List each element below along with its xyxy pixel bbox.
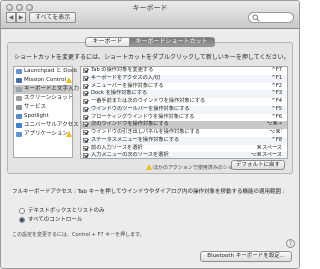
shortcut-row[interactable]: ウインドウの引き出しパネルを操作対象にする ⌥⌘'	[81, 129, 287, 137]
shortcut-row[interactable]: Dock を操作対象にする ^F3	[81, 90, 287, 98]
tab-bar: キーボード キーボードショートカット	[1, 37, 299, 47]
shortcut-table[interactable]: Tab の操作対象を変更する ^F7 キーボードをアクセスの入/切 ^F1 メニューバー…	[80, 66, 288, 159]
shortcut-label: 次のウインドウを操作対象にする	[91, 121, 169, 128]
instruction-text: ショートカットを変更するには、ショートカットをダブルクリックして新しいキーを押し…	[14, 54, 290, 61]
warning-icon	[146, 164, 152, 170]
forward-button[interactable]: ▶	[16, 12, 26, 23]
category-label: ユニバーサルアクセス	[24, 122, 79, 128]
shortcut-checkbox[interactable]	[83, 122, 88, 128]
shortcut-label: ステータスメニューを操作対象にする	[91, 136, 180, 143]
chevron-left-icon: ◀	[8, 14, 14, 21]
services-icon	[16, 105, 22, 110]
shortcut-checkbox[interactable]	[83, 68, 88, 73]
show-all-button[interactable]: すべてを表示	[29, 12, 77, 23]
category-item[interactable]: Spotlight	[14, 112, 72, 121]
shortcut-key[interactable]: ^F2	[271, 83, 282, 91]
title-bar: キーボード ◀ ▶ すべてを表示	[1, 1, 299, 29]
screenshot-icon	[16, 96, 22, 101]
warning-icon	[66, 131, 72, 137]
shortcut-row[interactable]: Tab の操作対象を変更する ^F7	[81, 67, 287, 75]
radio-button[interactable]	[19, 208, 25, 214]
shortcut-label: ウインドウのツールバーを操作対象にする	[91, 105, 190, 112]
spotlight-icon	[16, 114, 22, 119]
shortcut-key[interactable]: ^F8	[271, 137, 282, 145]
category-label: サービス	[24, 104, 47, 110]
shortcut-label: キーボードをアクセスの入/切	[91, 74, 160, 81]
category-label: Mission Control	[24, 77, 67, 83]
shortcut-key[interactable]: ^F1	[271, 75, 282, 83]
shortcut-row[interactable]: 一番手前または次のウインドウを操作対象にする ^F4	[81, 98, 287, 106]
shortcut-key[interactable]: ^F3	[271, 90, 282, 98]
shortcut-key[interactable]: ^F5	[271, 106, 282, 114]
tab-keyboard-shortcuts[interactable]: キーボードショートカット	[129, 37, 215, 47]
shortcut-key[interactable]: ^F7	[271, 67, 282, 75]
shortcuts-panel: ショートカットを変更するには、ショートカットをダブルクリックして新しいキーを押し…	[7, 42, 293, 174]
category-item[interactable]: Launchpad と Dock	[14, 67, 77, 76]
warning-icon	[66, 77, 72, 83]
shortcut-checkbox[interactable]	[83, 130, 88, 135]
shortcut-checkbox[interactable]	[83, 91, 88, 97]
radio-button-selected[interactable]	[19, 217, 25, 223]
full-keyboard-access-hint: この設定を変更するには、Control + F7 キーを押します。	[12, 232, 145, 238]
shortcut-checkbox[interactable]	[83, 83, 88, 89]
search-input[interactable]	[248, 12, 294, 23]
help-button[interactable]: ?	[286, 239, 295, 248]
shortcut-checkbox[interactable]	[83, 106, 88, 112]
shortcut-label: ウインドウの引き出しパネルを操作対象にする	[91, 129, 200, 135]
search-icon	[252, 14, 260, 22]
category-item[interactable]: ユニバーサルアクセス	[14, 121, 79, 130]
category-list[interactable]: Launchpad と Dock Mission Control キーボードと文字入…	[13, 66, 79, 158]
accessibility-icon	[16, 123, 22, 128]
category-label: Launchpad と Dock	[24, 68, 78, 74]
category-label: キーボードと文字入力	[24, 86, 80, 92]
shortcut-key[interactable]: ⌥⌘'	[269, 129, 282, 137]
shortcut-checkbox[interactable]	[83, 153, 88, 158]
shortcut-row[interactable]: 入力メニューの次のソースを選択 ⌥⌘スペース	[81, 152, 287, 159]
shortcut-row[interactable]: 次のウインドウを操作対象にする ⌥⌘→	[81, 121, 287, 129]
category-item[interactable]: キーボードと文字入力	[14, 85, 79, 94]
shortcut-checkbox[interactable]	[83, 114, 88, 120]
radio-label: テキストボックスとリストのみ	[28, 208, 105, 214]
shortcut-label: Tab の操作対象を変更する	[91, 67, 154, 73]
shortcut-checkbox[interactable]	[83, 99, 88, 104]
launchpad-icon	[16, 69, 22, 74]
category-label: スクリーンショット	[24, 95, 74, 101]
category-label: Spotlight	[24, 113, 49, 119]
back-button[interactable]: ◀	[6, 12, 16, 23]
radio-text-boxes-only[interactable]: テキストボックスとリストのみ	[19, 208, 105, 215]
shortcut-checkbox[interactable]	[83, 145, 88, 151]
restore-defaults-button[interactable]: デフォルトに戻す	[230, 160, 285, 170]
full-keyboard-access-label: フルキーボードアクセス : Tab キーを押してウインドウやダイアログ内の操作対…	[12, 189, 285, 195]
shortcut-row[interactable]: キーボードをアクセスの入/切 ^F1	[81, 74, 287, 83]
chevron-right-icon: ▶	[18, 14, 24, 21]
shortcut-label: 一番手前または次のウインドウを操作対象にする	[91, 98, 206, 104]
shortcut-key[interactable]: ^F4	[271, 98, 282, 106]
radio-all-controls[interactable]: すべてのコントロール	[19, 217, 82, 224]
shortcut-key[interactable]: ^F6	[271, 114, 282, 122]
category-item[interactable]: サービス	[14, 103, 72, 112]
shortcut-label: Dock を操作対象にする	[91, 90, 148, 97]
shortcut-row[interactable]: ステータスメニューを操作対象にする ^F8	[81, 136, 287, 145]
shortcut-checkbox[interactable]	[83, 137, 88, 143]
shortcut-row[interactable]: ウインドウのツールバーを操作対象にする ^F5	[81, 105, 287, 114]
shortcut-label: 入力メニューの次のソースを選択	[91, 152, 169, 159]
bluetooth-keyboard-button[interactable]: Bluetooth キーボードを設定...	[200, 251, 292, 262]
category-item[interactable]: アプリケーション	[14, 130, 72, 139]
applications-icon	[16, 132, 22, 137]
category-label: アプリケーション	[24, 131, 68, 137]
category-item[interactable]: スクリーンショット	[14, 94, 74, 103]
radio-label: すべてのコントロール	[28, 217, 83, 223]
tab-keyboard[interactable]: キーボード	[85, 37, 130, 47]
shortcut-key[interactable]: ⌥⌘→	[266, 121, 282, 129]
shortcut-checkbox[interactable]	[83, 75, 88, 81]
shortcut-key[interactable]: ⌥⌘スペース	[251, 152, 282, 158]
mission-control-icon	[16, 78, 22, 83]
keyboard-preferences-window: キーボード ◀ ▶ すべてを表示 キーボード キーボードショートカット ショートカ…	[0, 0, 300, 269]
category-item[interactable]: Mission Control	[14, 76, 72, 85]
keyboard-icon	[16, 87, 22, 92]
